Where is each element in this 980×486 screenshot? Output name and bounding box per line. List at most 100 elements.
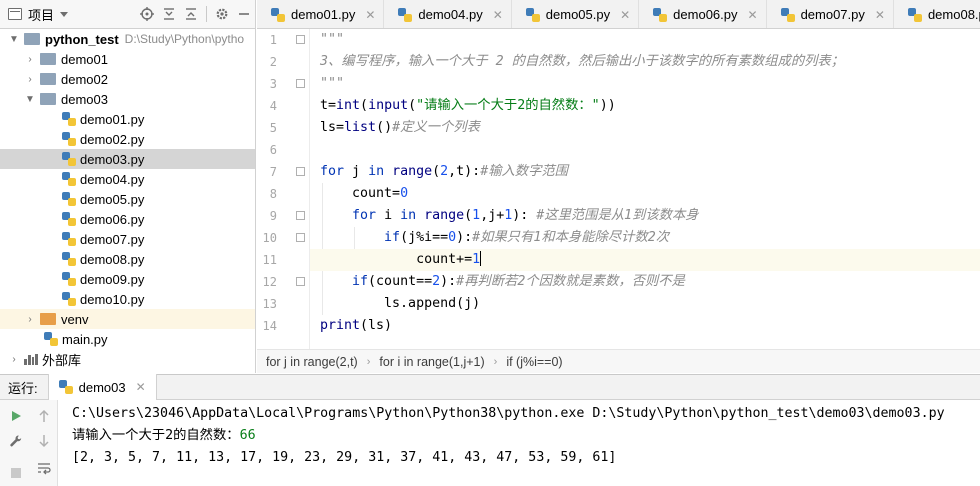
run-console[interactable]: C:\Users\23046\AppData\Local\Programs\Py… [58,400,980,486]
tree-item-demo05-py[interactable]: demo05.py [0,189,255,209]
soft-wrap-icon[interactable] [34,458,54,478]
chevron-right-icon[interactable]: › [24,74,36,85]
tab-demo05-py[interactable]: demo05.py ✕ [512,0,640,28]
collapse-all-icon[interactable] [180,3,202,25]
code-area[interactable]: """ 3、编写程序，输入一个大于 2 的自然数，然后输出小于该数字的所有素数组… [310,29,980,349]
run-tab-label: demo03 [78,379,126,395]
tree-item-demo01[interactable]: › demo01 [0,49,255,69]
tab-demo06-py[interactable]: demo06.py ✕ [639,0,767,28]
line-number: 5 [269,121,277,135]
python-file-icon [525,7,540,22]
run-tab-demo03[interactable]: demo03 ✕ [47,374,157,400]
close-icon[interactable]: ✕ [136,380,146,394]
close-icon[interactable]: ✕ [365,8,375,22]
tab-demo07-py[interactable]: demo07.py ✕ [767,0,894,28]
tree-item-demo07-py[interactable]: demo07.py [0,229,255,249]
console-command-line: C:\Users\23046\AppData\Local\Programs\Py… [72,406,945,421]
console-user-input: 66 [239,428,256,443]
project-toolbar: 项目 [0,0,255,29]
line-number: 12 [262,275,277,289]
chevron-right-icon[interactable]: › [24,314,36,325]
python-file-icon [62,112,76,126]
code-line: ls.append(j) [320,296,481,311]
expand-all-icon[interactable] [158,3,180,25]
tree-item-demo03[interactable]: ▼ demo03 [0,89,255,109]
breadcrumb-item[interactable]: for j in range(2,t) [266,355,358,369]
close-icon[interactable]: ✕ [875,8,885,22]
chevron-right-icon[interactable]: › [8,354,20,365]
code-line: """ [320,32,345,47]
fold-marker-icon[interactable] [296,233,305,242]
python-file-icon [62,192,76,206]
tree-item-label: demo09.py [80,271,145,287]
chevron-right-icon[interactable]: › [24,54,36,65]
code-line: count=0 [320,186,409,201]
close-icon[interactable]: ✕ [493,8,503,22]
close-icon[interactable]: ✕ [748,8,758,22]
close-icon[interactable]: ✕ [620,8,630,22]
fold-marker-icon[interactable] [296,79,305,88]
breadcrumb-item[interactable]: for i in range(1,j+1) [379,355,484,369]
tree-item-demo02[interactable]: › demo02 [0,69,255,89]
text-cursor [480,251,482,266]
tab-demo01-py[interactable]: demo01.py ✕ [257,0,385,28]
crosshair-icon[interactable] [136,3,158,25]
folder-icon [40,53,56,65]
line-number: 3 [269,77,277,91]
code-line: t=int(input("请输入一个大于2的自然数：")) [320,98,616,113]
python-file-icon [271,7,285,22]
python-file-icon [58,380,73,394]
tree-item-demo04-py[interactable]: demo04.py [0,169,255,189]
stop-icon[interactable] [6,463,26,483]
python-file-icon [907,7,922,22]
tree-item-demo08-py[interactable]: demo08.py [0,249,255,269]
python-file-icon [62,292,76,306]
console-prompt-line: 请输入一个大于2的自然数：66 [72,425,980,447]
tree-item-demo10-py[interactable]: demo10.py [0,289,255,309]
tree-item-demo01-py[interactable]: demo01.py [0,109,255,129]
fold-marker-icon[interactable] [296,277,305,286]
chevron-down-icon[interactable]: ▼ [24,94,36,105]
tree-item-label: demo03.py [80,151,145,167]
tree-item-python-test[interactable]: ▼ python_test D:\Study\Python\pytho [0,29,255,49]
tree-item-label: demo10.py [80,291,145,307]
breadcrumb-item[interactable]: if (j%i==0) [506,355,562,369]
run-panel-label: 运行: [8,380,38,396]
python-file-icon [62,252,76,266]
fold-marker-icon[interactable] [296,167,305,176]
project-view-selector[interactable]: 项目 [8,5,69,24]
tree-item-demo03-py[interactable]: demo03.py [0,149,255,169]
tree-item-venv[interactable]: › venv [0,309,255,329]
line-number: 7 [269,165,277,179]
wrench-icon[interactable] [6,431,26,451]
tree-item-label: demo02 [61,71,108,87]
tree-item-demo02-py[interactable]: demo02.py [0,129,255,149]
arrow-down-icon[interactable] [34,431,54,451]
tree-item-external-libraries[interactable]: › 外部库 [0,349,255,369]
folder-icon [40,73,56,85]
python-file-icon [44,332,58,346]
tree-item-main-py[interactable]: main.py [0,329,255,349]
arrow-up-icon[interactable] [34,406,54,426]
tab-label: demo07.py [800,7,865,22]
run-icon[interactable] [6,406,26,426]
fold-marker-icon[interactable] [296,211,305,220]
tab-demo08-py[interactable]: demo08.py ✕ [894,0,980,28]
code-editor[interactable]: 1 2 3 4 5 6 7 8 9 10 11 12 13 14 """ 3、编… [257,29,980,349]
tree-item-demo06-py[interactable]: demo06.py [0,209,255,229]
project-panel: 项目 ▼ python_test D:\Study\Python\pytho ›… [0,0,256,373]
tree-item-label: demo01 [61,51,108,67]
python-file-icon [62,172,76,186]
gear-icon[interactable] [211,3,233,25]
chevron-down-icon [60,11,69,17]
line-number: 13 [262,297,277,311]
chevron-down-icon[interactable]: ▼ [8,34,20,45]
tab-demo04-py[interactable]: demo04.py ✕ [384,0,512,28]
tab-label: demo05.py [545,7,611,22]
tree-item-demo09-py[interactable]: demo09.py [0,269,255,289]
tree-item-label: demo01.py [80,111,145,127]
code-line: if(j%i==0):#如果只有1和本身能除尽计数2次 [384,230,670,245]
fold-marker-icon[interactable] [296,35,305,44]
chevron-right-icon: › [493,355,498,368]
minimize-icon[interactable] [233,3,255,25]
